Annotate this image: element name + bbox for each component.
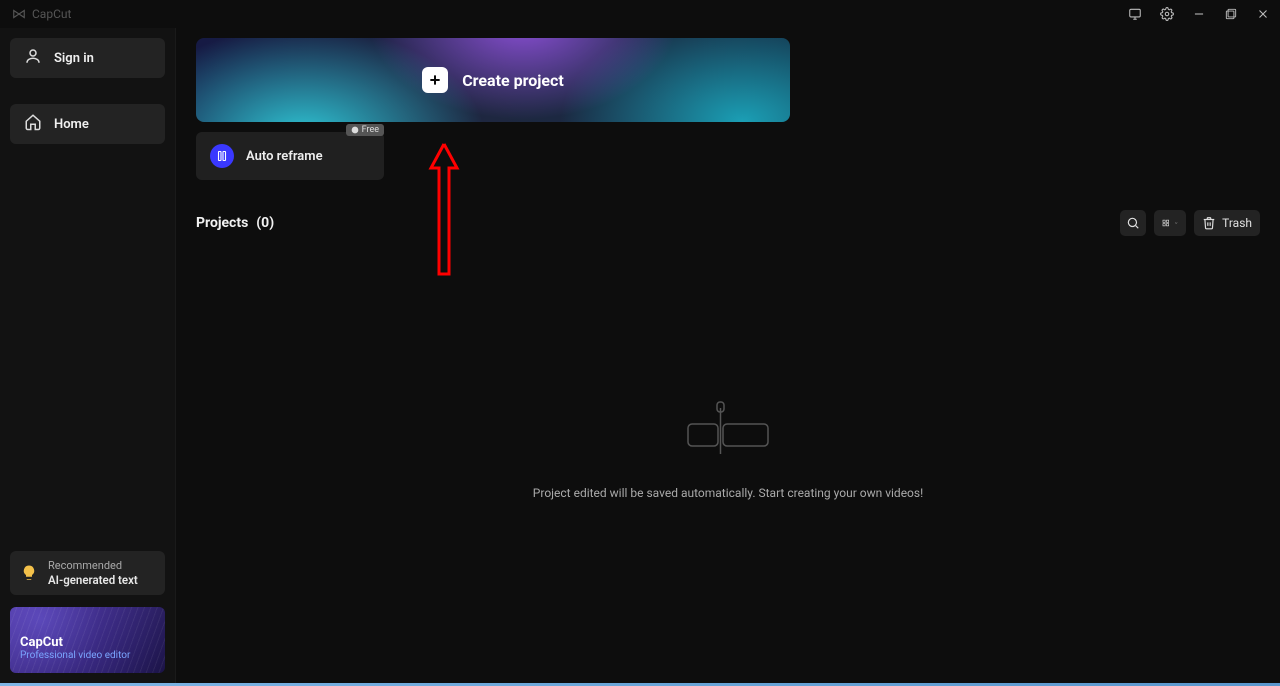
recommended-text: Recommended AI-generated text	[48, 559, 138, 587]
settings-icon[interactable]	[1158, 5, 1176, 23]
empty-state-text: Project edited will be saved automatical…	[533, 486, 923, 500]
sidebar: Sign in Home Recommended AI-generated te…	[0, 28, 176, 683]
content-area: Create project Free Auto reframe Project…	[176, 28, 1280, 683]
auto-reframe-icon	[210, 144, 234, 168]
recommended-bottom: AI-generated text	[48, 573, 138, 587]
feedback-icon[interactable]	[1126, 5, 1144, 23]
titlebar: CapCut	[0, 0, 1280, 28]
projects-title-group: Projects (0)	[196, 215, 274, 231]
projects-title: Projects	[196, 215, 248, 231]
promo-banner[interactable]: CapCut Professional video editor	[10, 607, 165, 673]
projects-count: (0)	[256, 215, 274, 231]
free-badge-label: Free	[362, 125, 379, 135]
home-icon	[24, 113, 42, 135]
trash-label: Trash	[1222, 216, 1252, 230]
titlebar-controls	[1126, 5, 1272, 23]
capcut-logo-icon	[12, 7, 26, 21]
sign-in-button[interactable]: Sign in	[10, 38, 165, 78]
home-label: Home	[54, 117, 89, 132]
trash-button[interactable]: Trash	[1194, 210, 1260, 236]
search-button[interactable]	[1120, 210, 1146, 236]
titlebar-brand: CapCut	[8, 7, 71, 21]
window-minimize-icon[interactable]	[1190, 5, 1208, 23]
free-badge: Free	[346, 124, 384, 136]
user-icon	[24, 47, 42, 69]
home-button[interactable]: Home	[10, 104, 165, 144]
recommended-top: Recommended	[48, 559, 138, 573]
recommended-card[interactable]: Recommended AI-generated text	[10, 551, 165, 595]
projects-header-row: Projects (0)	[196, 210, 1260, 236]
create-project-label: Create project	[462, 71, 564, 90]
window-close-icon[interactable]	[1254, 5, 1272, 23]
main-area: Sign in Home Recommended AI-generated te…	[0, 28, 1280, 683]
promo-banner-subtitle: Professional video editor	[20, 650, 155, 661]
layout-toggle-button[interactable]	[1154, 210, 1186, 236]
lightbulb-icon	[20, 564, 38, 582]
app-name: CapCut	[32, 7, 71, 21]
window-maximize-icon[interactable]	[1222, 5, 1240, 23]
auto-reframe-chip[interactable]: Free Auto reframe	[196, 132, 384, 180]
sign-in-label: Sign in	[54, 51, 94, 66]
plus-icon	[422, 67, 448, 93]
promo-banner-title: CapCut	[20, 635, 155, 650]
projects-toolbar: Trash	[1120, 210, 1260, 236]
empty-state-icon	[683, 400, 773, 458]
empty-state: Project edited will be saved automatical…	[196, 236, 1260, 663]
create-project-button[interactable]: Create project	[196, 38, 790, 122]
auto-reframe-label: Auto reframe	[246, 149, 323, 164]
